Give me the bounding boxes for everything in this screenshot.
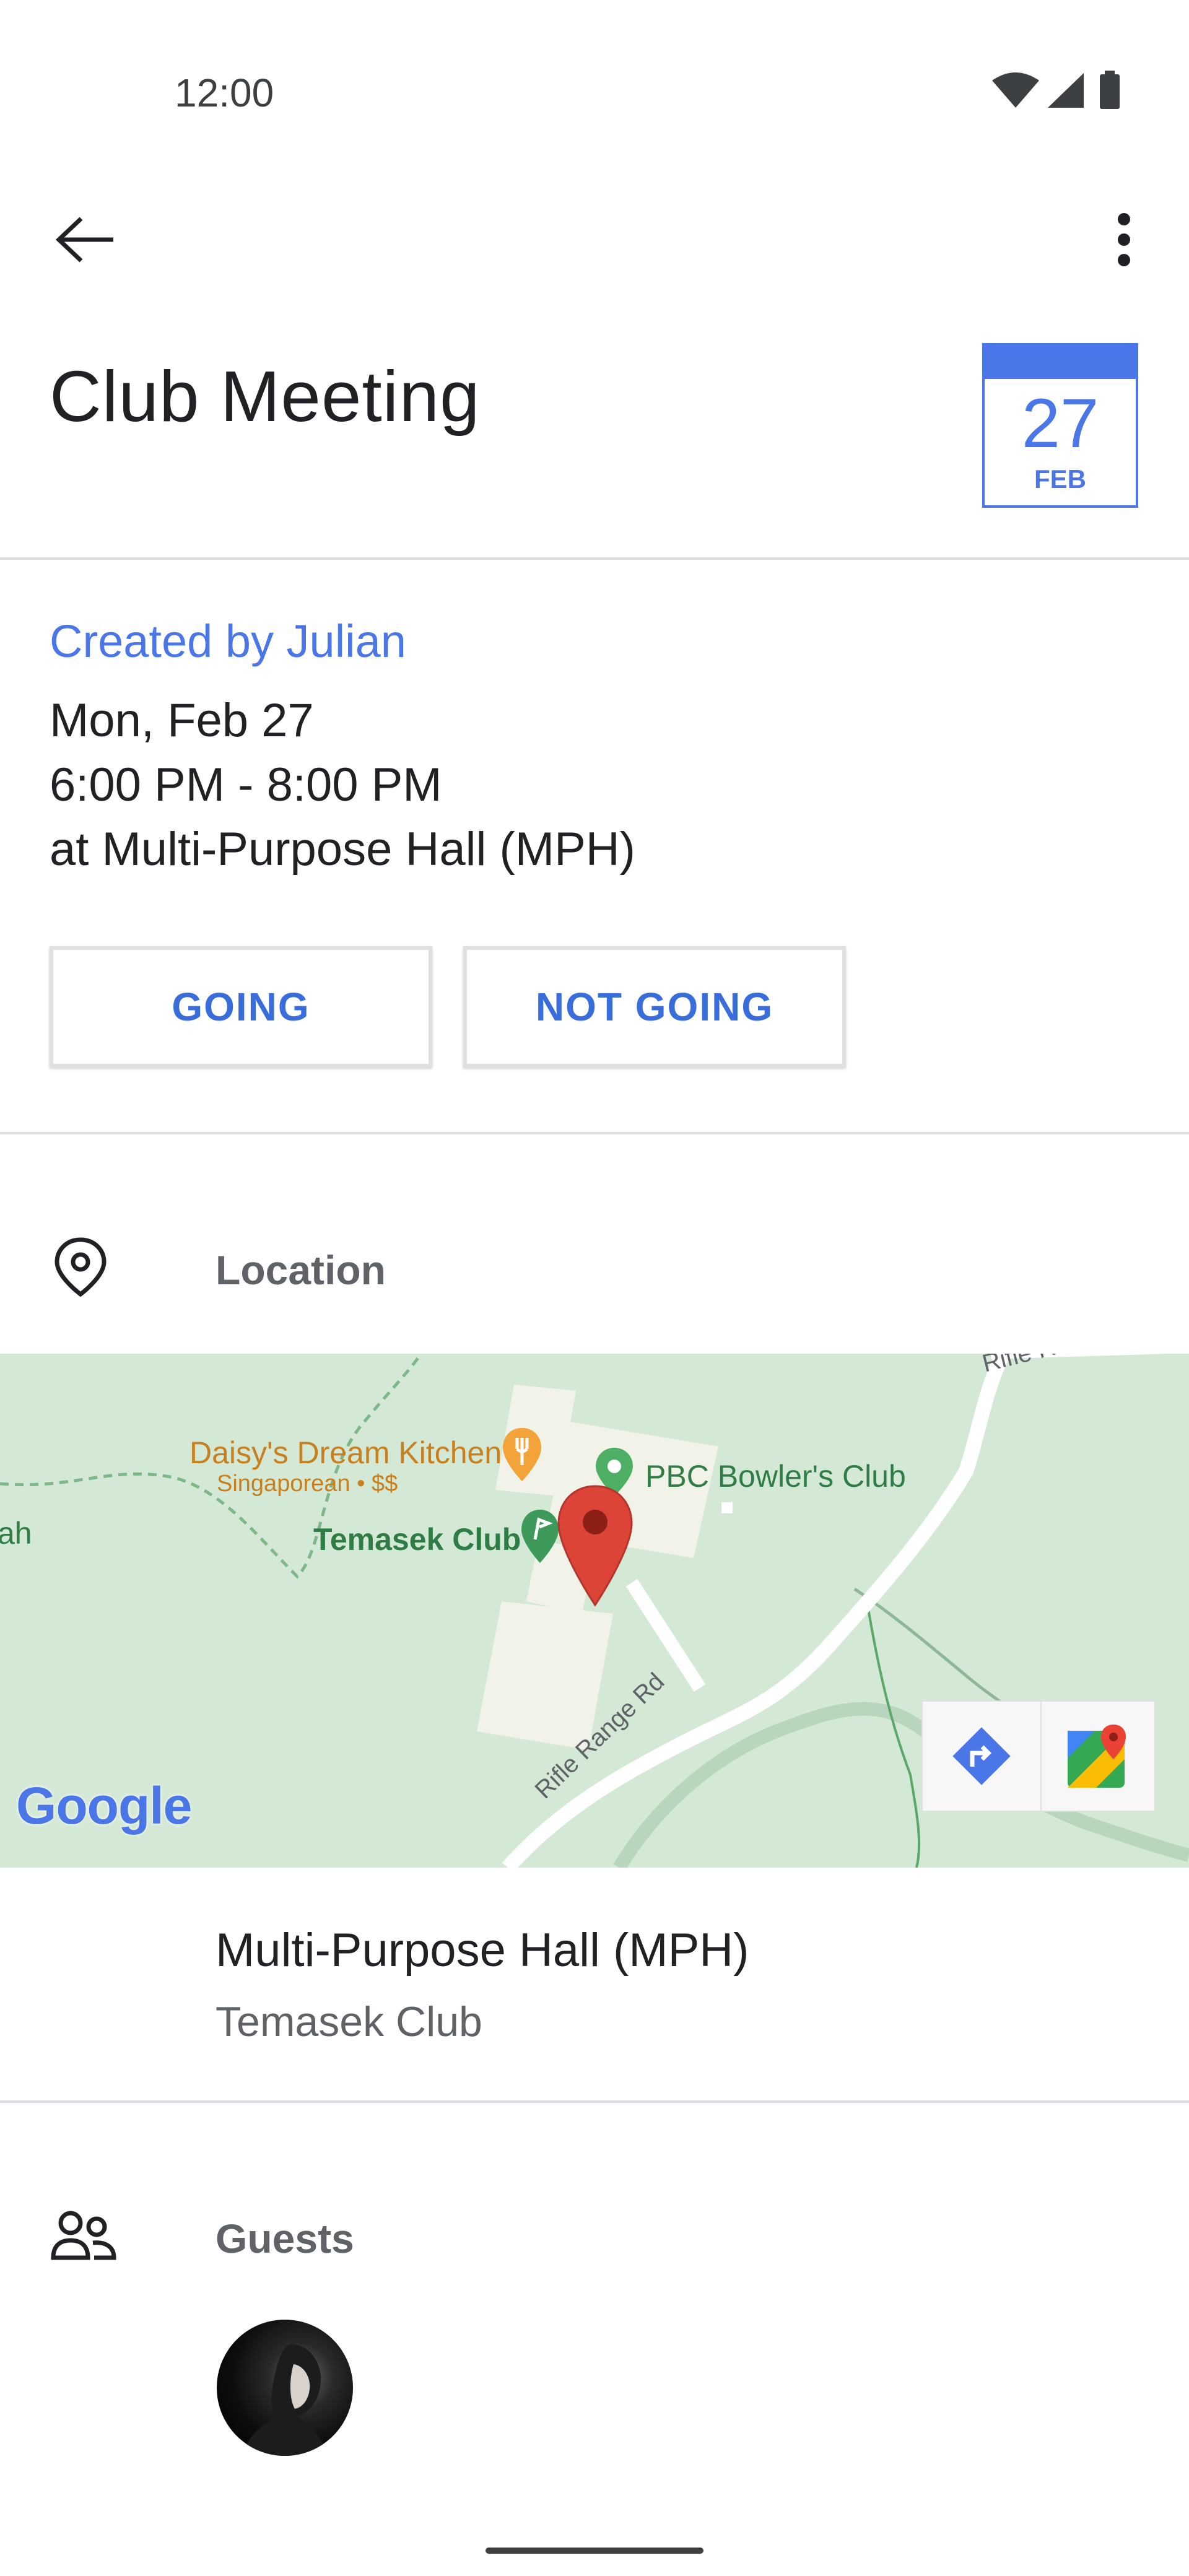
divider — [0, 1132, 1189, 1134]
restaurant-marker-icon[interactable] — [500, 1427, 544, 1482]
google-logo: Google — [16, 1777, 192, 1835]
open-maps-button[interactable] — [1040, 1702, 1156, 1811]
not-going-button[interactable]: NOT GOING — [463, 946, 846, 1068]
date-badge-day: 27 — [1021, 385, 1099, 462]
location-subtitle: Temasek Club — [216, 1998, 482, 2045]
more-options-button[interactable] — [1084, 199, 1164, 280]
event-date: Mon, Feb 27 — [50, 694, 314, 747]
date-badge-header — [985, 346, 1136, 379]
location-name: Multi-Purpose Hall (MPH) — [216, 1924, 749, 1977]
more-vert-icon — [1118, 213, 1130, 266]
map-label-temasek: Temasek Club — [313, 1522, 521, 1557]
guest-photo — [242, 2344, 328, 2456]
status-icons — [991, 68, 1139, 118]
location-marker-icon[interactable] — [555, 1484, 635, 1608]
date-badge-month: FEB — [1034, 464, 1086, 494]
battery-icon — [1100, 71, 1120, 109]
back-button[interactable] — [45, 199, 125, 280]
people-icon — [50, 2208, 118, 2270]
location-label: Location — [216, 1247, 386, 1293]
directions-icon — [952, 1727, 1011, 1785]
location-pin-icon — [50, 1236, 111, 1298]
google-maps-icon — [1068, 1725, 1126, 1788]
map-label-daisy-sub: Singaporean • $$ — [217, 1471, 398, 1497]
date-badge: 27 FEB — [982, 343, 1138, 508]
location-map[interactable]: Daisy's Dream Kitchen Singaporean • $$ P… — [0, 1354, 1189, 1868]
map-label-edge: ah — [0, 1516, 32, 1551]
cell-signal-icon — [1048, 73, 1084, 108]
event-title: Club Meeting — [50, 356, 481, 437]
avatar[interactable] — [217, 2320, 353, 2456]
status-time: 12:00 — [175, 71, 274, 115]
arrow-left-icon — [55, 217, 113, 263]
going-button[interactable]: GOING — [50, 946, 432, 1068]
guests-label: Guests — [216, 2216, 354, 2261]
map-actions — [921, 1700, 1156, 1812]
created-by: Created by Julian — [50, 616, 406, 667]
divider — [0, 2100, 1189, 2103]
home-indicator[interactable] — [486, 2548, 703, 2554]
wifi-icon — [992, 72, 1039, 108]
divider — [0, 557, 1189, 560]
event-place: at Multi-Purpose Hall (MPH) — [50, 823, 635, 876]
map-label-pbc: PBC Bowler's Club — [645, 1459, 906, 1494]
event-time: 6:00 PM - 8:00 PM — [50, 759, 442, 811]
directions-button[interactable] — [923, 1702, 1042, 1811]
